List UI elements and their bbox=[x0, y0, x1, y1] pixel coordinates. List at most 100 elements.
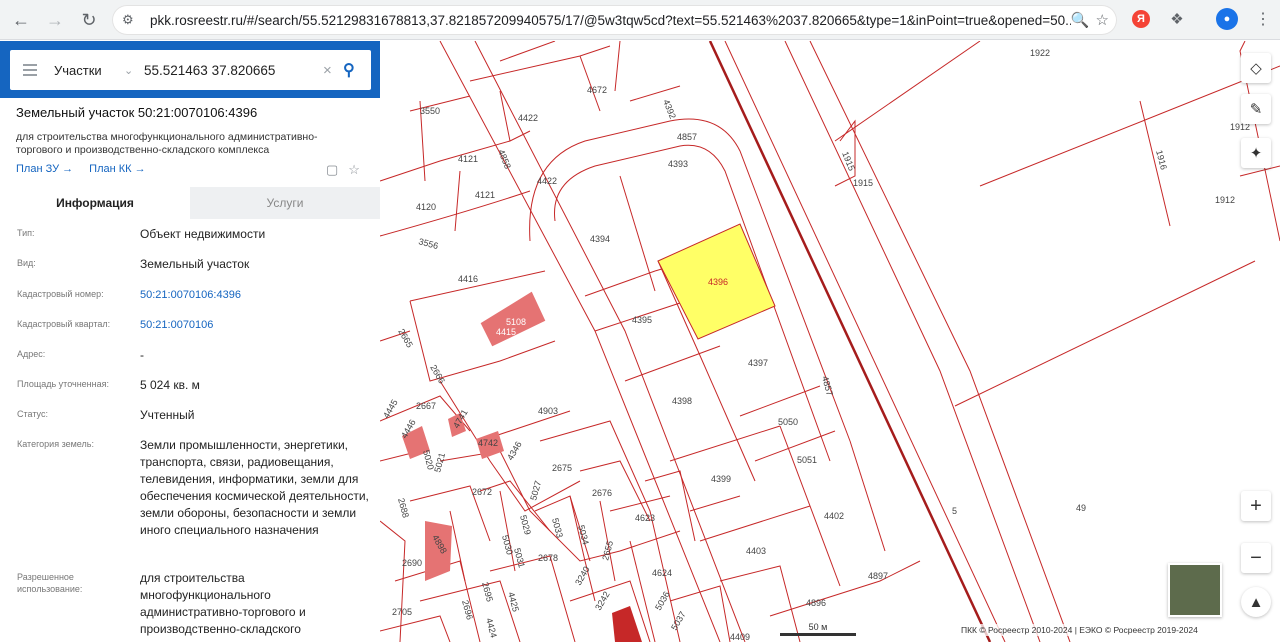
favorite-star-icon[interactable]: ☆ bbox=[348, 162, 360, 178]
svg-text:4409: 4409 bbox=[730, 632, 750, 642]
bookmark-star-icon[interactable]: ☆ bbox=[1096, 11, 1109, 29]
svg-text:5030: 5030 bbox=[500, 534, 515, 556]
svg-text:2672: 2672 bbox=[472, 487, 492, 497]
svg-text:5034: 5034 bbox=[576, 524, 591, 546]
svg-text:4896: 4896 bbox=[806, 598, 826, 608]
svg-text:4742: 4742 bbox=[478, 438, 498, 448]
yandex-extension-icon[interactable]: Я bbox=[1132, 10, 1150, 28]
svg-text:3242: 3242 bbox=[593, 590, 612, 612]
svg-text:4398: 4398 bbox=[672, 396, 692, 406]
svg-text:2688: 2688 bbox=[396, 497, 411, 519]
parcel-description: для строительства многофункционального а… bbox=[16, 131, 318, 156]
svg-text:4399: 4399 bbox=[711, 474, 731, 484]
parcel-title: Земельный участок 50:21:0070106:4396 bbox=[16, 105, 258, 120]
locate-icon[interactable]: ✦ bbox=[1241, 138, 1271, 168]
reload-icon[interactable]: ↻ bbox=[72, 3, 106, 37]
info-panel: Участки ⌄ 55.521463 37.820665 × ⚲ Земель… bbox=[0, 41, 380, 642]
svg-text:4422: 4422 bbox=[518, 113, 538, 123]
svg-text:5051: 5051 bbox=[797, 455, 817, 465]
svg-text:4897: 4897 bbox=[868, 571, 888, 581]
svg-text:4397: 4397 bbox=[748, 358, 768, 368]
site-settings-icon[interactable]: ⚙ bbox=[122, 12, 144, 28]
address-bar[interactable]: ⚙ pkk.rosreestr.ru/#/search/55.521298316… bbox=[112, 5, 1117, 35]
svg-text:3550: 3550 bbox=[420, 106, 440, 116]
search-input[interactable]: 55.521463 37.820665 bbox=[144, 63, 323, 78]
svg-text:4121: 4121 bbox=[458, 154, 478, 164]
svg-text:4425: 4425 bbox=[506, 591, 521, 613]
zoom-out-button[interactable]: − bbox=[1241, 543, 1271, 573]
svg-text:4624: 4624 bbox=[652, 568, 672, 578]
cadastral-map[interactable]: 1922 4672 4392 3550 4422 4857 1915 1912 … bbox=[380, 41, 1280, 642]
svg-text:2666: 2666 bbox=[428, 363, 447, 385]
menu-icon[interactable] bbox=[10, 64, 50, 76]
svg-text:4392: 4392 bbox=[661, 98, 678, 120]
tab-services[interactable]: Услуги bbox=[190, 187, 380, 219]
layers-icon[interactable]: ◇ bbox=[1241, 53, 1271, 83]
building-shape bbox=[612, 606, 642, 642]
svg-text:2690: 2690 bbox=[402, 558, 422, 568]
zoom-in-button[interactable]: + bbox=[1241, 491, 1271, 521]
menu-kebab-icon[interactable]: ⋮ bbox=[1252, 8, 1274, 30]
svg-text:4445: 4445 bbox=[381, 398, 400, 420]
map-copyright: ПКК © Росреестр 2010-2024 | ЕЭКО © Росре… bbox=[958, 624, 1201, 636]
svg-text:4416: 4416 bbox=[458, 274, 478, 284]
svg-text:2676: 2676 bbox=[592, 488, 612, 498]
cadastral-number-link[interactable]: 50:21:0070106:4396 bbox=[140, 287, 370, 304]
search-icon[interactable]: ⚲ bbox=[343, 60, 371, 80]
profile-avatar-icon[interactable]: ● bbox=[1216, 8, 1238, 30]
clear-icon[interactable]: × bbox=[323, 62, 343, 79]
svg-text:5033: 5033 bbox=[550, 517, 565, 539]
scale-bar: 50 м bbox=[780, 622, 856, 636]
tab-info[interactable]: Информация bbox=[0, 187, 190, 219]
zoom-icon[interactable]: 🔍 bbox=[1071, 11, 1090, 29]
svg-text:4396: 4396 bbox=[708, 277, 728, 287]
chevron-down-icon[interactable]: ⌄ bbox=[124, 64, 144, 77]
svg-text:5021: 5021 bbox=[432, 452, 447, 474]
svg-text:4903: 4903 bbox=[538, 406, 558, 416]
svg-text:4424: 4424 bbox=[484, 617, 499, 639]
svg-text:2695: 2695 bbox=[480, 581, 495, 603]
svg-text:5029: 5029 bbox=[518, 514, 533, 536]
svg-text:4672: 4672 bbox=[587, 85, 607, 95]
browser-toolbar: ← → ↻ ⚙ pkk.rosreestr.ru/#/search/55.521… bbox=[0, 0, 1280, 40]
svg-text:5: 5 bbox=[952, 506, 957, 516]
map-canvas[interactable]: 1922 4672 4392 3550 4422 4857 1915 1912 … bbox=[380, 41, 1280, 642]
zoom-to-parcel-icon[interactable]: ▢ bbox=[326, 162, 338, 178]
forward-icon[interactable]: → bbox=[38, 3, 72, 37]
search-box: Участки ⌄ 55.521463 37.820665 × ⚲ bbox=[10, 50, 371, 90]
compass-icon[interactable]: ▲ bbox=[1241, 587, 1271, 617]
search-type-select[interactable]: Участки bbox=[54, 63, 124, 78]
svg-text:4402: 4402 bbox=[824, 511, 844, 521]
svg-text:4857: 4857 bbox=[820, 375, 835, 397]
basemap-switcher[interactable] bbox=[1168, 563, 1222, 617]
svg-text:2696: 2696 bbox=[460, 599, 475, 621]
parcel-labels: 1922 4672 4392 3550 4422 4857 1915 1912 … bbox=[381, 48, 1250, 642]
svg-text:2678: 2678 bbox=[538, 553, 558, 563]
svg-text:4395: 4395 bbox=[632, 315, 652, 325]
svg-text:1915: 1915 bbox=[853, 178, 873, 188]
panel-tabs: Информация Услуги bbox=[0, 187, 380, 219]
svg-text:4393: 4393 bbox=[668, 159, 688, 169]
svg-text:1912: 1912 bbox=[1215, 195, 1235, 205]
svg-text:4120: 4120 bbox=[416, 202, 436, 212]
svg-text:5037: 5037 bbox=[669, 610, 688, 632]
plan-zu-link[interactable]: План ЗУ → bbox=[16, 163, 73, 175]
extensions-icon[interactable]: ❖ bbox=[1166, 8, 1188, 30]
svg-text:4857: 4857 bbox=[677, 132, 697, 142]
svg-text:4415: 4415 bbox=[496, 327, 516, 337]
svg-text:2705: 2705 bbox=[392, 607, 412, 617]
back-icon[interactable]: ← bbox=[4, 3, 38, 37]
url-text[interactable]: pkk.rosreestr.ru/#/search/55.52129831678… bbox=[150, 13, 1071, 28]
svg-text:5027: 5027 bbox=[528, 480, 543, 502]
svg-text:5108: 5108 bbox=[506, 317, 526, 327]
svg-text:1915: 1915 bbox=[840, 150, 857, 172]
cadastral-quarter-link[interactable]: 50:21:0070106 bbox=[140, 317, 370, 334]
svg-text:2655: 2655 bbox=[600, 540, 615, 562]
svg-text:4858: 4858 bbox=[496, 148, 513, 170]
svg-text:4346: 4346 bbox=[505, 440, 524, 462]
svg-text:5050: 5050 bbox=[778, 417, 798, 427]
ruler-icon[interactable]: ✎ bbox=[1241, 94, 1271, 124]
svg-text:1922: 1922 bbox=[1030, 48, 1050, 58]
plan-kk-link[interactable]: План КК → bbox=[89, 163, 145, 175]
svg-text:4422: 4422 bbox=[537, 176, 557, 186]
